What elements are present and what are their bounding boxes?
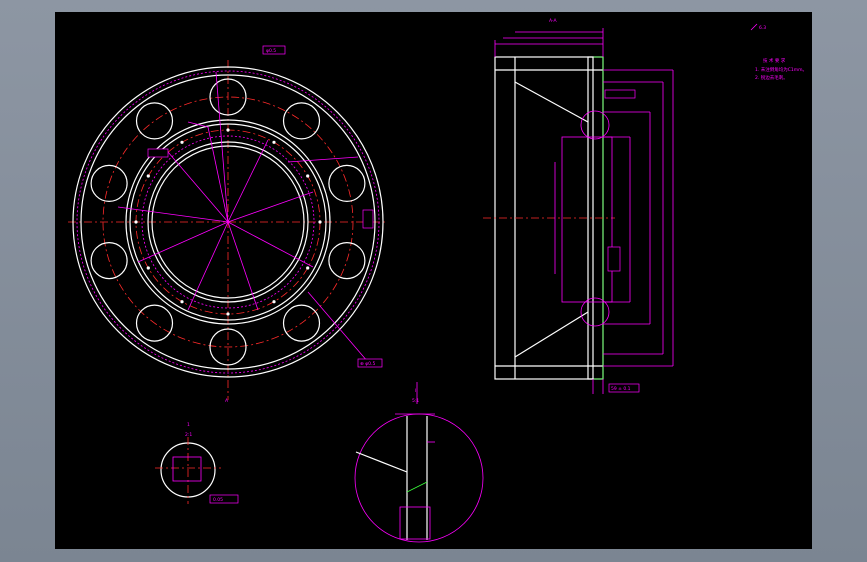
roughness-symbol: 6.3 — [759, 25, 766, 31]
detail-mark: 1 — [187, 422, 190, 428]
detail-scale: 2:1 — [185, 432, 192, 438]
small-hole — [226, 312, 230, 316]
detail-circle — [354, 413, 484, 543]
small-hole — [272, 300, 276, 304]
small-hole — [146, 266, 150, 270]
dim-text: 0.05 — [213, 497, 223, 503]
right-dimensions — [561, 69, 674, 367]
top-dimensions — [494, 28, 604, 57]
dim-text: ⊕ φ0.5 — [360, 361, 375, 367]
technical-requirements: 6.3 技 术 要 求 1. 未注倒角均为C1mm。 2. 锐边去毛刺。 — [750, 23, 807, 81]
tech-req-title: 技 术 要 求 — [763, 57, 786, 64]
detail-callout — [580, 110, 610, 140]
tolerance-box — [362, 209, 374, 229]
small-hole — [226, 128, 230, 132]
small-hole — [306, 266, 310, 270]
detail-view-2: I 5:1 — [354, 382, 484, 543]
section-view: A-A 59 ± 0.1 — [483, 18, 674, 394]
small-hole — [318, 220, 322, 224]
front-view: φ0.5 ⊕ φ0.5 A — [68, 45, 388, 404]
cad-drawing[interactable]: φ0.5 ⊕ φ0.5 A A-A 59 ± 0.1 6.3 技 术 要 求 1… — [55, 12, 812, 549]
detail-view-1: 1 2:1 0.05 — [155, 422, 239, 504]
small-hole — [306, 174, 310, 178]
dim-text: φ0.5 — [266, 48, 276, 54]
detail-scale: 5:1 — [412, 398, 419, 404]
small-hole — [180, 300, 184, 304]
bolt-hole — [135, 102, 174, 140]
tolerance-box — [607, 246, 621, 272]
tech-req-line: 2. 锐边去毛刺。 — [755, 74, 788, 81]
small-hole — [272, 140, 276, 144]
small-hole — [146, 174, 150, 178]
tolerance-box — [147, 148, 169, 158]
tech-req-line: 1. 未注倒角均为C1mm。 — [755, 66, 807, 73]
cone-line — [514, 81, 589, 123]
dim-width-text: 59 ± 0.1 — [611, 386, 631, 392]
small-hole — [134, 220, 138, 224]
bolt-hole — [90, 164, 128, 203]
small-hole — [180, 140, 184, 144]
cone-line — [514, 311, 589, 358]
tolerance-box — [604, 89, 636, 99]
bolt-hole — [328, 164, 366, 203]
section-title: A-A — [549, 18, 558, 24]
detail-mark: I — [415, 388, 416, 394]
cad-drawing-viewport[interactable]: φ0.5 ⊕ φ0.5 A A-A 59 ± 0.1 6.3 技 术 要 求 1… — [55, 12, 812, 549]
